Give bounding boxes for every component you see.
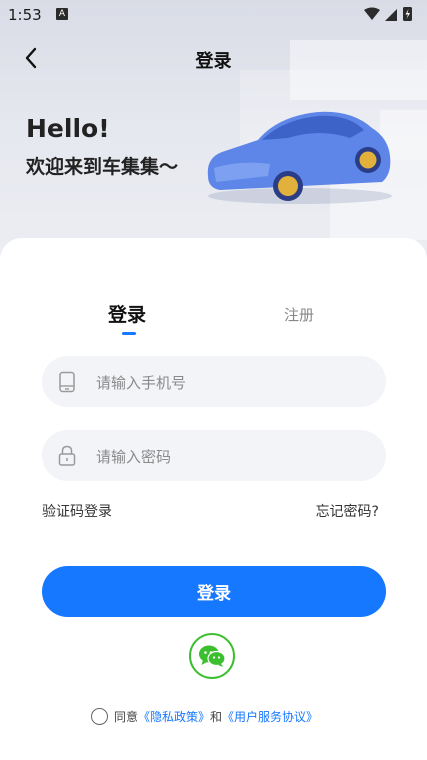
page-title: 登录	[195, 51, 232, 72]
privacy-policy-link[interactable]: 《隐私政策》	[138, 708, 210, 725]
wechat-icon	[199, 645, 226, 667]
car-illustration	[207, 111, 392, 204]
login-button[interactable]: 登录	[42, 566, 386, 617]
tab-register[interactable]: 注册	[284, 304, 314, 325]
phone-field[interactable]	[42, 356, 386, 409]
phone-icon	[59, 371, 75, 393]
agreement-row: 同意 《隐私政策》 和 《用户服务协议》	[91, 706, 318, 726]
welcome-text: 欢迎来到车集集～	[26, 156, 179, 178]
login-card	[0, 238, 427, 760]
wechat-login-button[interactable]	[189, 633, 235, 679]
status-time: 1:53	[8, 6, 42, 24]
phone-input[interactable]	[94, 356, 378, 409]
agreement-radio[interactable]	[91, 707, 108, 725]
forgot-password-link[interactable]: 忘记密码?	[316, 501, 379, 521]
hello-text: Hello!	[26, 114, 110, 143]
password-field[interactable]	[42, 430, 386, 483]
status-icons	[364, 7, 412, 21]
signal-icon	[385, 9, 397, 21]
password-input[interactable]	[94, 430, 378, 483]
lock-icon	[58, 445, 76, 466]
agree-label: 同意	[114, 709, 139, 724]
wifi-icon	[364, 7, 380, 20]
notification-a-icon: A	[56, 8, 68, 20]
nav-bar: 登录	[0, 40, 427, 76]
active-tab-indicator	[122, 332, 136, 335]
sms-login-link[interactable]: 验证码登录	[42, 501, 112, 521]
terms-of-service-link[interactable]: 《用户服务协议》	[222, 708, 318, 725]
status-bar: 1:53 A	[0, 0, 427, 30]
and-label: 和	[210, 709, 223, 724]
tab-login[interactable]: 登录	[108, 300, 146, 327]
